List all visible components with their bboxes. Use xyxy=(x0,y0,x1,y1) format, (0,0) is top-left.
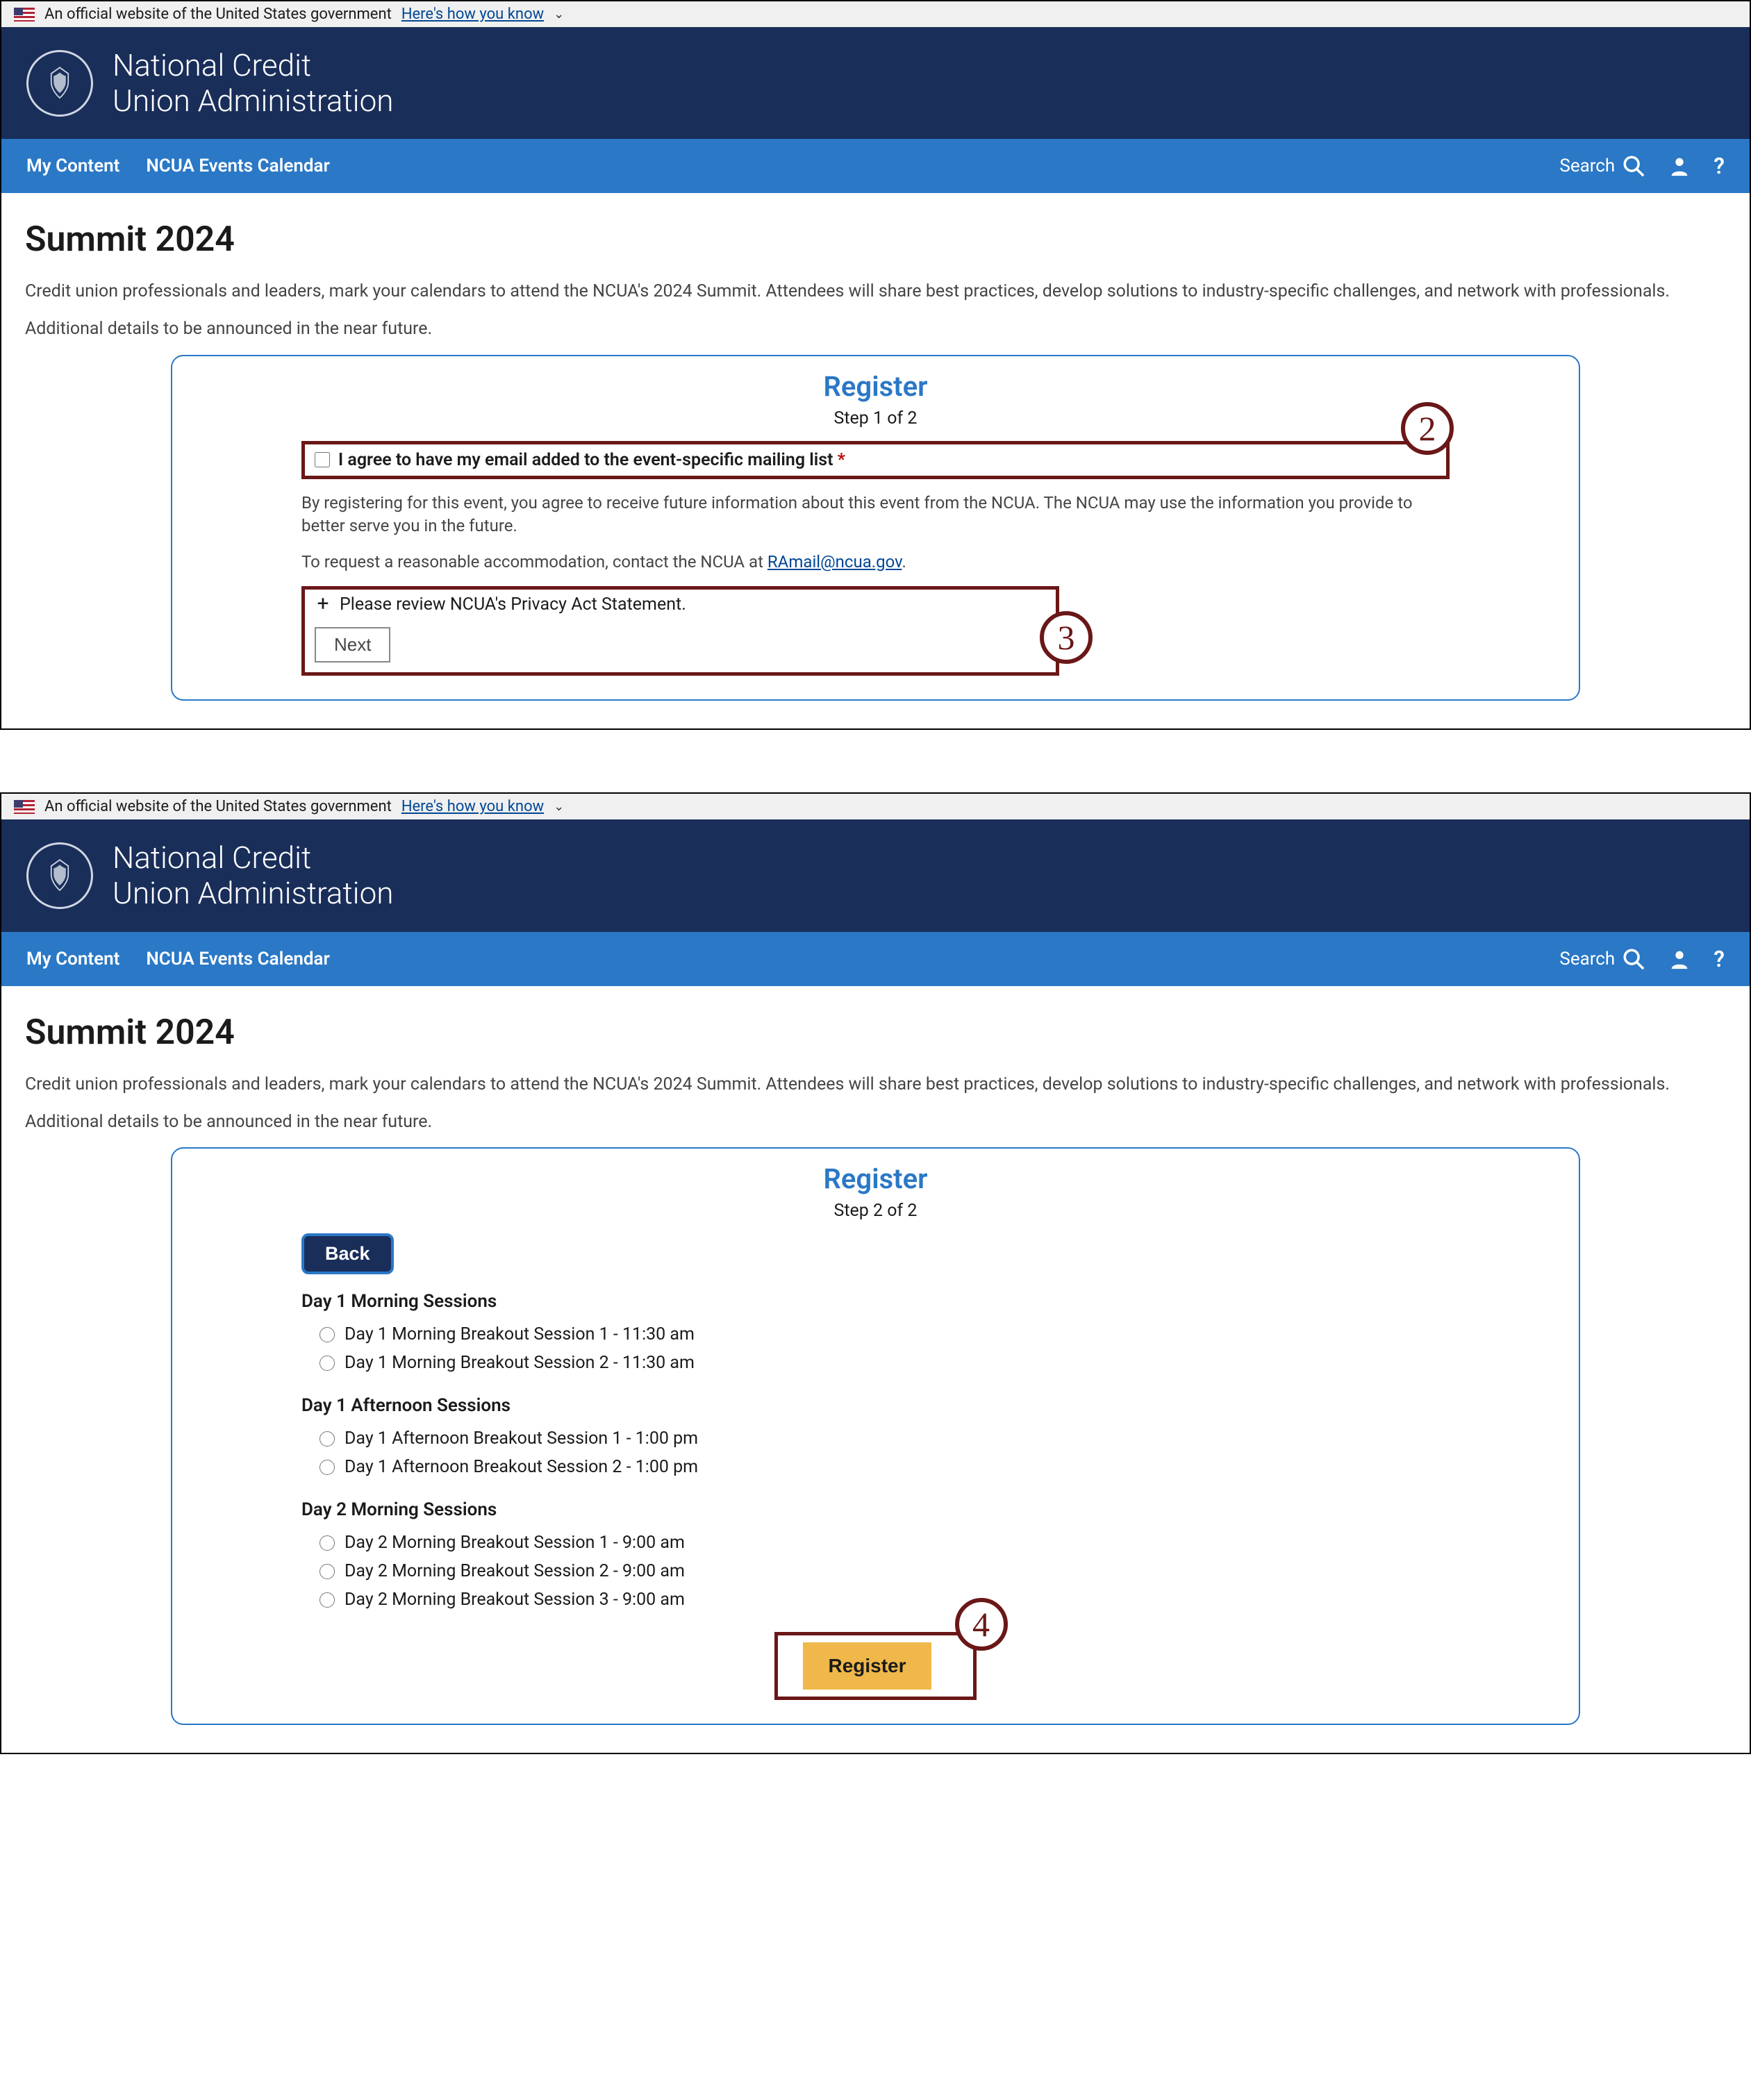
callout-4: 4 xyxy=(955,1598,1008,1651)
page-subtext: Additional details to be announced in th… xyxy=(25,317,1726,342)
usa-gov-banner: An official website of the United States… xyxy=(1,794,1750,819)
session-radio[interactable] xyxy=(320,1356,335,1371)
gov-banner-text: An official website of the United States… xyxy=(44,6,392,23)
org-name-line1: National Credit xyxy=(113,840,393,876)
session-group-day2-morning: Day 2 Morning Sessions Day 2 Morning Bre… xyxy=(301,1499,1450,1614)
session-option[interactable]: Day 2 Morning Breakout Session 1 - 9:00 … xyxy=(301,1528,1450,1557)
site-header: National Credit Union Administration xyxy=(1,27,1750,139)
screenshot-step-1: An official website of the United States… xyxy=(0,0,1751,730)
gov-banner-text: An official website of the United States… xyxy=(44,798,392,815)
org-name: National Credit Union Administration xyxy=(113,48,393,118)
agree-label: I agree to have my email added to the ev… xyxy=(338,450,833,470)
register-title: Register xyxy=(197,1162,1554,1195)
page-lead: Credit union professionals and leaders, … xyxy=(25,1072,1726,1097)
callout-3: 3 xyxy=(1040,611,1093,664)
chevron-down-icon[interactable]: ⌄ xyxy=(554,799,564,814)
accommodation-text: To request a reasonable accommodation, c… xyxy=(301,551,1450,574)
page-lead: Credit union professionals and leaders, … xyxy=(25,279,1726,304)
search-button[interactable]: Search xyxy=(1559,947,1645,971)
session-option[interactable]: Day 1 Afternoon Breakout Session 1 - 1:0… xyxy=(301,1424,1450,1453)
next-button[interactable]: Next xyxy=(315,627,390,662)
seal-icon xyxy=(26,842,93,909)
user-icon[interactable] xyxy=(1668,154,1691,178)
session-label: Day 2 Morning Breakout Session 3 - 9:00 … xyxy=(345,1590,685,1610)
seal-icon xyxy=(26,50,93,117)
session-radio[interactable] xyxy=(320,1564,335,1579)
help-icon[interactable]: ? xyxy=(1713,946,1725,972)
callout-2: 2 xyxy=(1401,402,1454,455)
primary-nav: My Content NCUA Events Calendar Search ? xyxy=(1,139,1750,193)
session-radio[interactable] xyxy=(320,1592,335,1608)
page-subtext: Additional details to be announced in th… xyxy=(25,1110,1726,1135)
org-name-line2: Union Administration xyxy=(113,83,393,119)
org-name-line1: National Credit xyxy=(113,48,393,83)
session-label: Day 1 Afternoon Breakout Session 1 - 1:0… xyxy=(345,1428,698,1449)
highlight-agree-checkbox: I agree to have my email added to the ev… xyxy=(301,441,1450,479)
search-label: Search xyxy=(1559,949,1615,969)
session-group-title: Day 1 Afternoon Sessions xyxy=(301,1395,1450,1416)
register-title: Register xyxy=(197,370,1554,403)
org-name-line2: Union Administration xyxy=(113,876,393,911)
org-name: National Credit Union Administration xyxy=(113,840,393,910)
plus-icon: + xyxy=(315,594,331,615)
primary-nav: My Content NCUA Events Calendar Search ? xyxy=(1,932,1750,986)
agree-checkbox-row[interactable]: I agree to have my email added to the ev… xyxy=(315,450,1436,470)
session-option[interactable]: Day 1 Morning Breakout Session 2 - 11:30… xyxy=(301,1349,1450,1377)
register-body-copy: By registering for this event, you agree… xyxy=(301,492,1450,538)
accommodation-post: . xyxy=(902,552,906,572)
highlight-register-button: Register 4 xyxy=(774,1632,976,1700)
back-button[interactable]: Back xyxy=(301,1233,394,1274)
session-label: Day 1 Morning Breakout Session 2 - 11:30… xyxy=(345,1353,695,1373)
register-button[interactable]: Register xyxy=(803,1642,931,1690)
search-icon xyxy=(1622,154,1645,178)
session-option[interactable]: Day 2 Morning Breakout Session 3 - 9:00 … xyxy=(301,1585,1450,1614)
privacy-label: Please review NCUA's Privacy Act Stateme… xyxy=(340,594,686,615)
session-option[interactable]: Day 1 Morning Breakout Session 1 - 11:30… xyxy=(301,1320,1450,1349)
nav-events-calendar[interactable]: NCUA Events Calendar xyxy=(146,156,329,176)
session-label: Day 1 Afternoon Breakout Session 2 - 1:0… xyxy=(345,1457,698,1477)
session-group-title: Day 1 Morning Sessions xyxy=(301,1291,1450,1312)
required-star: * xyxy=(838,450,845,470)
chevron-down-icon[interactable]: ⌄ xyxy=(554,7,564,22)
gov-banner-link[interactable]: Here's how you know xyxy=(401,6,544,23)
page-title: Summit 2024 xyxy=(25,1012,1726,1053)
session-label: Day 1 Morning Breakout Session 1 - 11:30… xyxy=(345,1324,695,1344)
help-icon[interactable]: ? xyxy=(1713,153,1725,179)
session-group-day1-afternoon: Day 1 Afternoon Sessions Day 1 Afternoon… xyxy=(301,1395,1450,1481)
flag-icon xyxy=(14,800,35,814)
nav-events-calendar[interactable]: NCUA Events Calendar xyxy=(146,949,329,969)
screenshot-step-2: An official website of the United States… xyxy=(0,792,1751,1754)
highlight-privacy-next: + Please review NCUA's Privacy Act State… xyxy=(301,586,1059,676)
session-label: Day 2 Morning Breakout Session 1 - 9:00 … xyxy=(345,1533,685,1553)
session-option[interactable]: Day 2 Morning Breakout Session 2 - 9:00 … xyxy=(301,1557,1450,1585)
accommodation-pre: To request a reasonable accommodation, c… xyxy=(301,552,767,572)
privacy-expander[interactable]: + Please review NCUA's Privacy Act State… xyxy=(315,594,1046,615)
site-header: National Credit Union Administration xyxy=(1,819,1750,931)
session-group-day1-morning: Day 1 Morning Sessions Day 1 Morning Bre… xyxy=(301,1291,1450,1377)
page-title: Summit 2024 xyxy=(25,219,1726,260)
user-icon[interactable] xyxy=(1668,947,1691,971)
nav-my-content[interactable]: My Content xyxy=(26,949,119,969)
nav-my-content[interactable]: My Content xyxy=(26,156,119,176)
flag-icon xyxy=(14,8,35,22)
session-radio[interactable] xyxy=(320,1431,335,1447)
step-indicator: Step 2 of 2 xyxy=(197,1201,1554,1221)
usa-gov-banner: An official website of the United States… xyxy=(1,1,1750,27)
session-option[interactable]: Day 1 Afternoon Breakout Session 2 - 1:0… xyxy=(301,1453,1450,1481)
session-radio[interactable] xyxy=(320,1535,335,1551)
accommodation-link[interactable]: RAmail@ncua.gov xyxy=(767,552,902,572)
gov-banner-link[interactable]: Here's how you know xyxy=(401,798,544,815)
search-label: Search xyxy=(1559,156,1615,176)
session-group-title: Day 2 Morning Sessions xyxy=(301,1499,1450,1520)
register-card-step2: Register Step 2 of 2 Back Day 1 Morning … xyxy=(171,1147,1580,1725)
session-radio[interactable] xyxy=(320,1460,335,1475)
register-card-step1: Register Step 1 of 2 I agree to have my … xyxy=(171,355,1580,701)
search-button[interactable]: Search xyxy=(1559,154,1645,178)
search-icon xyxy=(1622,947,1645,971)
session-radio[interactable] xyxy=(320,1327,335,1342)
session-label: Day 2 Morning Breakout Session 2 - 9:00 … xyxy=(345,1561,685,1581)
agree-checkbox[interactable] xyxy=(315,452,330,467)
step-indicator: Step 1 of 2 xyxy=(197,408,1554,428)
